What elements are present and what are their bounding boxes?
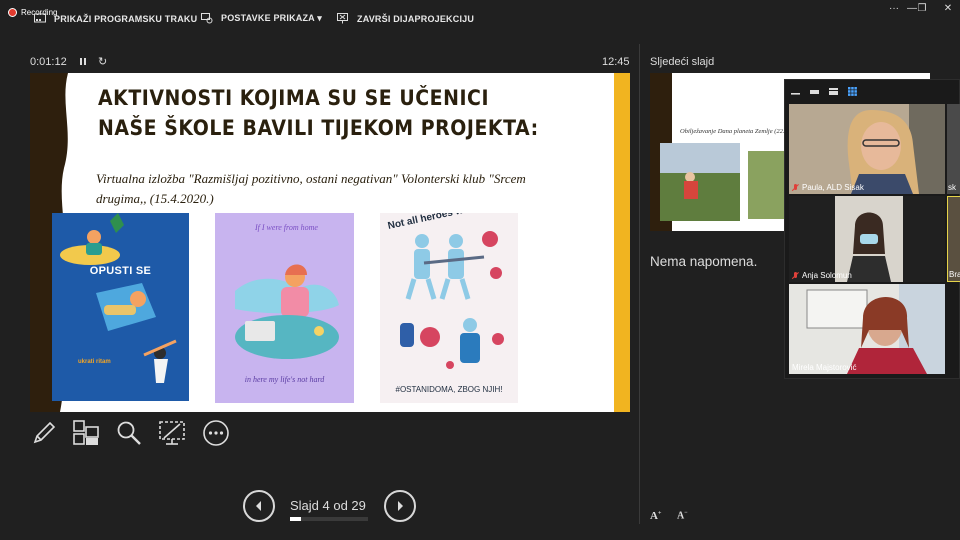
close-icon[interactable]: ✕ [940, 3, 956, 14]
increase-font-button[interactable]: A+ [650, 510, 661, 522]
poster-heroes-bottom-text: #OSTANIDOMA, ZBOG NJIH! [395, 385, 503, 394]
next-arrow-icon [398, 501, 403, 511]
poster-relax-small-text: ukrati ritam [78, 359, 111, 365]
next-slide-label: Sljedeći slajd [650, 56, 715, 68]
participant-name: Bra [949, 270, 960, 279]
participant-video-mirela[interactable]: Mirela Majstorović [789, 284, 945, 374]
next-slide-button[interactable] [384, 490, 416, 522]
display-settings-icon [201, 13, 213, 24]
end-slideshow-icon [337, 13, 348, 24]
poster-home-bottom-text: in here my life's not hard [244, 375, 325, 384]
participant-video-sk[interactable]: sk [947, 104, 960, 194]
slide-title: AKTIVNOSTI KOJIMA SU SE UČENICI NAŠE ŠKO… [98, 83, 548, 143]
poster-heroes-illustration [400, 231, 504, 369]
mic-muted-icon [792, 183, 799, 192]
poster-home: If I were from home in here my life's no… [215, 213, 354, 403]
poster-relax-illustration [60, 213, 177, 383]
participant-name: sk [948, 183, 956, 192]
more-slideshow-options-icon[interactable] [202, 419, 230, 447]
current-slide[interactable]: AKTIVNOSTI KOJIMA SU SE UČENICI NAŠE ŠKO… [30, 73, 630, 412]
poster-home-top-text: If I were from home [255, 223, 318, 232]
next-slide-photo-2 [748, 151, 786, 219]
speaker-notes: Nema napomena. [650, 254, 758, 269]
decrease-font-button[interactable]: A− [677, 510, 688, 521]
increase-font-label: A [650, 510, 658, 522]
slide-counter: Slajd 4 od 29 [290, 498, 366, 513]
zoom-view-toolbar [785, 80, 959, 102]
end-slideshow-button[interactable]: ZAVRŠI DIJAPROJEKCIJU [337, 13, 474, 24]
current-time: 12:45 [602, 56, 630, 68]
elapsed-timer: 0:01:12 [30, 56, 67, 68]
pane-divider[interactable] [639, 44, 640, 524]
participant-name-text: Anja Solomun [802, 271, 852, 280]
pause-timer-icon[interactable] [78, 56, 88, 67]
participant-photo [789, 104, 945, 194]
show-taskbar-button[interactable]: PRIKAŽI PROGRAMSKU TRAKU [34, 13, 197, 24]
participant-photo [789, 196, 945, 282]
poster-relax-text: OPUSTI SE [89, 265, 152, 277]
participant-photo [789, 284, 945, 374]
zoom-magnifier-icon[interactable] [115, 419, 143, 447]
zoom-video-panel[interactable]: Paula, ALD Sisak sk Anja Solomun Bra Mir… [784, 79, 960, 379]
next-slide-photo-art [660, 143, 740, 221]
display-settings-label: POSTAVKE PRIKAZA ▾ [221, 13, 322, 23]
participant-name-text: Mirela Majstorović [792, 363, 857, 372]
show-taskbar-label: PRIKAŽI PROGRAMSKU TRAKU [54, 13, 198, 24]
restore-icon[interactable]: ❐ [914, 3, 930, 14]
gallery-view-icon[interactable] [848, 86, 857, 96]
display-settings-button[interactable]: POSTAVKE PRIKAZA ▾ [201, 13, 322, 24]
participant-video-bra[interactable]: Bra [947, 196, 960, 282]
next-slide-caption: Obilježavanje Dana planeta Zemlje (22. [680, 128, 785, 135]
recording-icon [8, 8, 17, 17]
slide-progress-bar [290, 517, 368, 521]
slide-title-line1: AKTIVNOSTI KOJIMA SU SE UČENICI [98, 86, 490, 110]
poster-heroes: Not all heroes wear capes! #OSTANIDOMA, … [380, 213, 518, 403]
slide-subtitle: Virtualna izložba "Razmišljaj pozitivno,… [96, 171, 526, 206]
reset-timer-icon[interactable]: ↻ [98, 55, 107, 68]
participant-name-text: Bra [949, 270, 960, 279]
minimize-video-icon[interactable] [791, 88, 800, 95]
speaker-view-icon[interactable] [810, 88, 819, 95]
next-slide-photo [660, 143, 740, 221]
presenter-toolbar: Recording PRIKAŽI PROGRAMSKU TRAKU POSTA… [0, 0, 960, 38]
end-slideshow-label: ZAVRŠI DIJAPROJEKCIJU [357, 13, 475, 24]
slide-title-line2: NAŠE ŠKOLE BAVILI TIJEKOM PROJEKTA: [98, 116, 539, 140]
participant-name-text: sk [948, 183, 956, 192]
participant-name: Paula, ALD Sisak [792, 183, 864, 192]
participant-name-text: Paula, ALD Sisak [802, 183, 864, 192]
participant-video-anja[interactable]: Anja Solomun [789, 196, 945, 282]
strip-view-icon[interactable] [829, 87, 838, 95]
previous-arrow-icon [256, 501, 261, 511]
participant-name: Mirela Majstorović [792, 363, 856, 372]
pen-tool-icon[interactable] [30, 419, 58, 447]
more-options-icon[interactable]: ··· [886, 3, 902, 14]
slide-progress-fill [290, 517, 301, 521]
participant-video-paula[interactable]: Paula, ALD Sisak [789, 104, 945, 194]
slide-accent-band [614, 73, 630, 412]
taskbar-icon [34, 13, 46, 23]
see-all-slides-icon[interactable] [72, 419, 100, 447]
poster-relax: OPUSTI SE ukrati ritam [52, 213, 189, 401]
black-screen-icon[interactable] [158, 419, 186, 447]
participant-name: Anja Solomun [792, 271, 852, 280]
mic-muted-icon [792, 271, 799, 280]
previous-slide-button[interactable] [243, 490, 275, 522]
